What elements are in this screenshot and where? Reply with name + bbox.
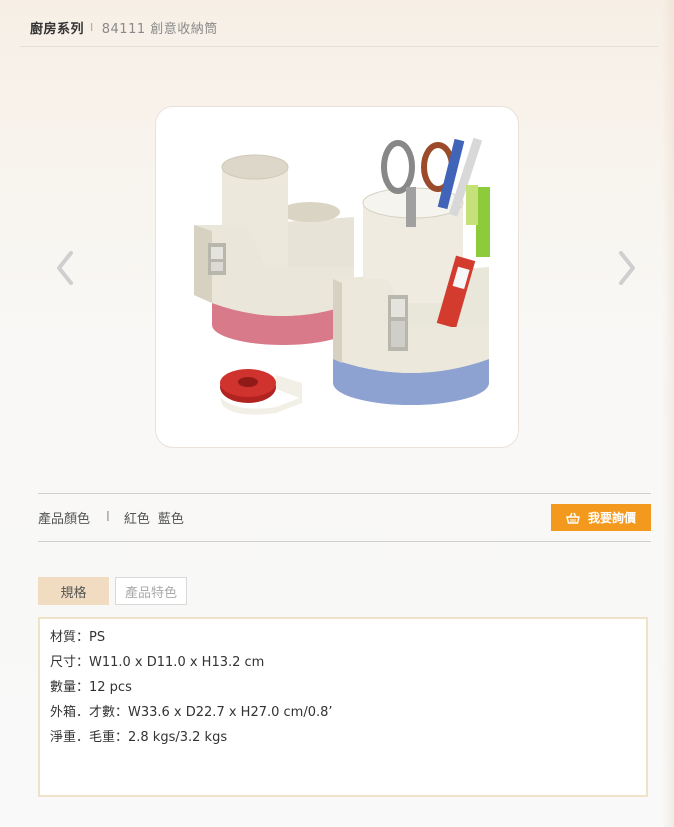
product-image <box>155 106 519 448</box>
tab-features[interactable]: 產品特色 <box>115 577 187 605</box>
spec-weight: 淨重．毛重：2.8 kgs/3.2 kgs <box>50 730 228 745</box>
spec-size: 尺寸：W11.0 x D11.0 x H13.2 cm <box>50 655 265 670</box>
breadcrumb: 廚房系列 I 84111 創意收納筒 <box>30 18 218 37</box>
pen-holder-illustration <box>194 137 490 415</box>
breadcrumb-category-link[interactable]: 廚房系列 <box>30 18 84 37</box>
chevron-left-icon <box>57 251 73 285</box>
color-option-blue: 藍色 <box>157 512 184 527</box>
page-edge-shade <box>662 0 674 827</box>
breadcrumb-separator: I <box>90 21 94 34</box>
tab-specs[interactable]: 規格 <box>38 577 109 605</box>
basket-icon <box>566 512 580 524</box>
breadcrumb-current-product: 84111 創意收納筒 <box>101 22 218 37</box>
spec-carton: 外箱．才數：W33.6 x D22.7 x H27.0 cm/0.8’ <box>50 705 333 720</box>
color-separator: I <box>106 510 110 525</box>
header-divider <box>20 46 658 47</box>
spec-material: 材質：PS <box>50 630 106 645</box>
gallery-next-button[interactable] <box>616 248 638 288</box>
inquiry-button-label: 我要詢價 <box>587 511 636 525</box>
color-option-red: 紅色 <box>123 512 150 527</box>
spec-tabs: 規格 產品特色 <box>38 577 187 605</box>
gallery-prev-button[interactable] <box>54 248 76 288</box>
spec-panel: 材質：PS 尺寸：W11.0 x D11.0 x H13.2 cm 數量：12 … <box>38 617 648 797</box>
spec-quantity: 數量：12 pcs <box>50 680 132 695</box>
color-label: 產品顏色 <box>38 512 91 527</box>
inquiry-button[interactable]: 我要詢價 <box>551 504 651 531</box>
chevron-right-icon <box>619 251 635 285</box>
product-color-row: 產品顏色 I 紅色 藍色 我要詢價 <box>38 493 651 542</box>
